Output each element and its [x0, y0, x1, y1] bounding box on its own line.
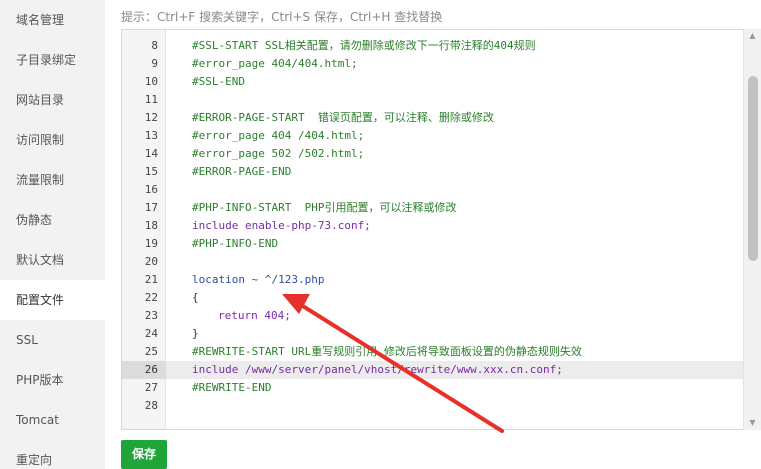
- line-number: 10: [144, 75, 158, 88]
- line-number: 12: [144, 111, 158, 124]
- code-line[interactable]: 27 #REWRITE-END: [122, 379, 744, 397]
- sidebar-item-redirect[interactable]: 重定向: [0, 440, 105, 469]
- code-line[interactable]: 20: [122, 253, 744, 271]
- sidebar-item-traffic-limit[interactable]: 流量限制: [0, 160, 105, 200]
- code-line[interactable]: 13 #error_page 404 /404.html;: [122, 127, 744, 145]
- shortcut-hint: 提示：Ctrl+F 搜索关键字，Ctrl+S 保存，Ctrl+H 查找替换: [121, 10, 443, 24]
- line-number: 28: [144, 399, 158, 412]
- code-line[interactable]: 11: [122, 91, 744, 109]
- code-line-current[interactable]: 26 include /www/server/panel/vhost/rewrit…: [122, 361, 744, 379]
- line-number: 11: [144, 93, 158, 106]
- line-text: #REWRITE-START URL重写规则引用,修改后将导致面板设置的伪静态规…: [192, 345, 582, 358]
- code-line[interactable]: 25 #REWRITE-START URL重写规则引用,修改后将导致面板设置的伪静…: [122, 343, 744, 361]
- sidebar-item-php-version[interactable]: PHP版本: [0, 360, 105, 400]
- line-number: 17: [144, 201, 158, 214]
- line-text: include /www/server/panel/vhost/rewrite/…: [192, 363, 563, 376]
- line-text: #PHP-INFO-START PHP引用配置，可以注释或修改: [192, 201, 457, 214]
- code-line[interactable]: 16: [122, 181, 744, 199]
- sidebar: 域名管理 子目录绑定 网站目录 访问限制 流量限制 伪静态 默认文档 配置文件 …: [0, 0, 105, 469]
- line-number: 16: [144, 183, 158, 196]
- sidebar-item-subdir-binding[interactable]: 子目录绑定: [0, 40, 105, 80]
- line-text: return 404;: [218, 309, 291, 322]
- line-number: 21: [144, 273, 158, 286]
- scroll-up-arrow-icon[interactable]: ▲: [744, 29, 761, 43]
- line-text: #ERROR-PAGE-END: [192, 165, 292, 178]
- sidebar-item-access-limit[interactable]: 访问限制: [0, 120, 105, 160]
- line-text: }: [192, 327, 199, 340]
- line-text: #PHP-INFO-END: [192, 237, 279, 250]
- line-number: 18: [144, 219, 158, 232]
- sidebar-item-tomcat[interactable]: Tomcat: [0, 400, 105, 440]
- line-text: #SSL-END: [192, 75, 245, 88]
- code-line[interactable]: 17 #PHP-INFO-START PHP引用配置，可以注释或修改: [122, 199, 744, 217]
- scroll-thumb[interactable]: [748, 76, 758, 261]
- scroll-down-arrow-icon[interactable]: ▼: [744, 416, 761, 430]
- line-number: 8: [151, 39, 158, 52]
- code-line[interactable]: 19 #PHP-INFO-END: [122, 235, 744, 253]
- line-number: 26: [122, 361, 166, 379]
- sidebar-item-domain[interactable]: 域名管理: [0, 0, 105, 40]
- code-line[interactable]: 8 #SSL-START SSL相关配置，请勿删除或修改下一行带注释的404规则: [122, 37, 744, 55]
- line-number: 24: [144, 327, 158, 340]
- line-number: 25: [144, 345, 158, 358]
- line-text: #REWRITE-END: [192, 381, 272, 394]
- line-number: 22: [144, 291, 158, 304]
- line-number: 20: [144, 255, 158, 268]
- code-line[interactable]: 12 #ERROR-PAGE-START 错误页配置，可以注释、删除或修改: [122, 109, 744, 127]
- line-text: #error_page 404/404.html;: [192, 57, 358, 70]
- code-line[interactable]: 23 return 404;: [122, 307, 744, 325]
- code-line[interactable]: 21 location ~ ^/123.php: [122, 271, 744, 289]
- line-number: 19: [144, 237, 158, 250]
- code-line[interactable]: 9 #error_page 404/404.html;: [122, 55, 744, 73]
- line-text: #error_page 404 /404.html;: [192, 129, 365, 142]
- line-number: 14: [144, 147, 158, 160]
- line-number: 9: [151, 57, 158, 70]
- editor-scrollbar[interactable]: ▲ ▼: [743, 29, 761, 430]
- code-editor[interactable]: 8 #SSL-START SSL相关配置，请勿删除或修改下一行带注释的404规则 …: [121, 29, 761, 430]
- line-text: #ERROR-PAGE-START 错误页配置，可以注释、删除或修改: [192, 111, 494, 124]
- line-number: 23: [144, 309, 158, 322]
- code-line[interactable]: 22 {: [122, 289, 744, 307]
- line-text: {: [192, 291, 199, 304]
- code-line[interactable]: 24}: [122, 325, 744, 343]
- line-text: #error_page 502 /502.html;: [192, 147, 365, 160]
- line-text: include enable-php-73.conf;: [192, 219, 371, 232]
- code-line[interactable]: 15 #ERROR-PAGE-END: [122, 163, 744, 181]
- sidebar-item-ssl[interactable]: SSL: [0, 320, 105, 360]
- sidebar-item-default-doc[interactable]: 默认文档: [0, 240, 105, 280]
- save-button[interactable]: 保存: [121, 440, 167, 469]
- code-lines: 8 #SSL-START SSL相关配置，请勿删除或修改下一行带注释的404规则 …: [122, 37, 744, 415]
- sidebar-item-rewrite[interactable]: 伪静态: [0, 200, 105, 240]
- line-number: 15: [144, 165, 158, 178]
- code-line[interactable]: 18 include enable-php-73.conf;: [122, 217, 744, 235]
- sidebar-item-config-file[interactable]: 配置文件: [0, 280, 105, 320]
- line-number: 13: [144, 129, 158, 142]
- sidebar-item-site-dir[interactable]: 网站目录: [0, 80, 105, 120]
- line-number: 27: [144, 381, 158, 394]
- line-text: location ~ ^/123.php: [192, 273, 325, 286]
- code-line[interactable]: 10 #SSL-END: [122, 73, 744, 91]
- code-line[interactable]: 14 #error_page 502 /502.html;: [122, 145, 744, 163]
- code-line[interactable]: 28: [122, 397, 744, 415]
- line-text: #SSL-START SSL相关配置，请勿删除或修改下一行带注释的404规则: [192, 39, 536, 52]
